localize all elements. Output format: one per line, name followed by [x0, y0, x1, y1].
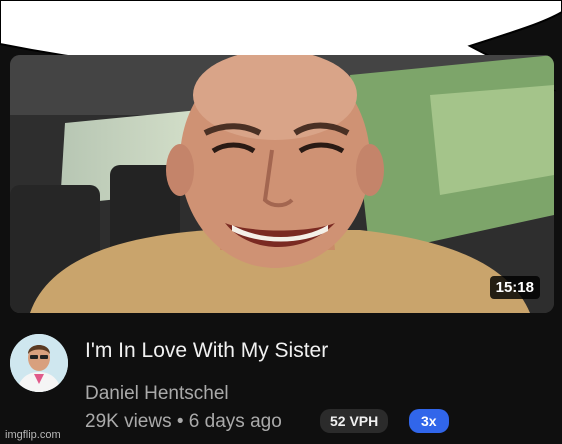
channel-name[interactable]: Daniel Hentschel — [85, 383, 229, 405]
video-meta: 29K views • 6 days ago — [85, 411, 282, 432]
thumbnail-image — [10, 55, 554, 313]
video-title[interactable]: I'm In Love With My Sister — [85, 339, 328, 363]
watermark: imgflip.com — [5, 429, 61, 441]
channel-avatar[interactable] — [10, 334, 68, 392]
vph-badge: 52 VPH — [320, 409, 389, 433]
video-thumbnail[interactable]: 15:18 — [10, 55, 554, 313]
video-duration: 15:18 — [489, 276, 540, 299]
multiplier-badge: 3x — [409, 409, 449, 433]
avatar-image — [10, 334, 68, 392]
